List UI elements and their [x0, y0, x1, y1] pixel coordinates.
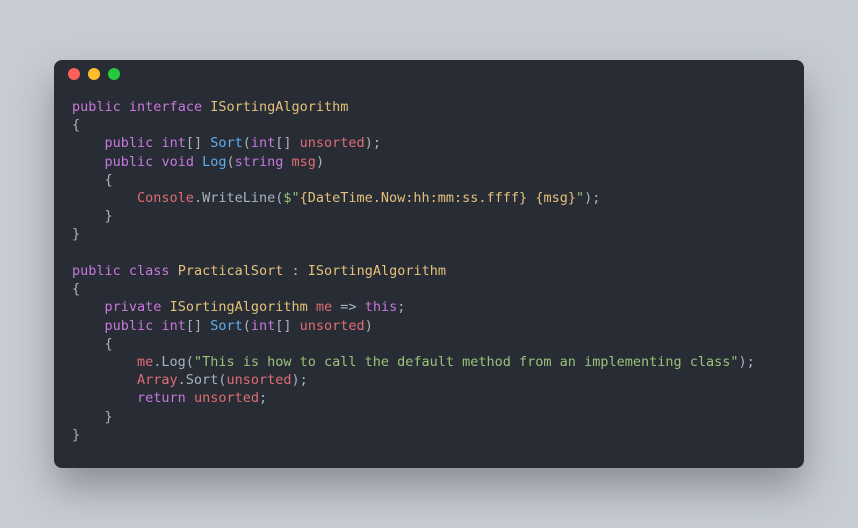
token-kw: private [105, 299, 162, 315]
token-text [308, 299, 316, 315]
token-var: me [316, 299, 332, 315]
token-kw: return [137, 390, 186, 406]
token-strint: {DateTime.Now:hh:mm:ss.ffff} [300, 190, 528, 206]
token-text: ( [243, 318, 251, 334]
token-fn: Sort [210, 135, 243, 151]
token-var: me [137, 354, 153, 370]
token-str: $" [283, 190, 299, 206]
token-text: { [72, 172, 113, 188]
token-text [72, 154, 105, 170]
token-var: unsorted [194, 390, 259, 406]
token-strint: {msg} [535, 190, 576, 206]
token-kw: class [129, 263, 170, 279]
token-text: } [72, 226, 80, 242]
code-editor: public interface ISortingAlgorithm { pub… [54, 88, 804, 468]
token-text: ( [226, 154, 234, 170]
token-text: [] [275, 318, 299, 334]
token-kw: void [161, 154, 194, 170]
token-text [202, 99, 210, 115]
token-type: ISortingAlgorithm [308, 263, 446, 279]
token-text [72, 318, 105, 334]
token-text: ); [365, 135, 381, 151]
token-text: ) [365, 318, 373, 334]
token-kw: int [161, 135, 185, 151]
token-type: PracticalSort [178, 263, 284, 279]
token-text: ); [291, 372, 307, 388]
token-fn: Log [202, 154, 226, 170]
token-text: { [72, 336, 113, 352]
token-kw: int [161, 318, 185, 334]
code-window: public interface ISortingAlgorithm { pub… [54, 60, 804, 468]
token-text [72, 135, 105, 151]
token-text [283, 263, 291, 279]
token-kw: public [72, 263, 121, 279]
maximize-icon[interactable] [108, 68, 120, 80]
token-text [283, 154, 291, 170]
token-type: ISortingAlgorithm [170, 299, 308, 315]
token-text: [] [186, 318, 210, 334]
minimize-icon[interactable] [88, 68, 100, 80]
token-text: ); [584, 190, 600, 206]
token-text: => [340, 299, 356, 315]
token-kw: this [365, 299, 398, 315]
token-text: .Sort( [178, 372, 227, 388]
close-icon[interactable] [68, 68, 80, 80]
token-kw: interface [129, 99, 202, 115]
token-text: ) [316, 154, 324, 170]
token-kw: public [105, 154, 154, 170]
token-text [72, 299, 105, 315]
token-var: unsorted [300, 318, 365, 334]
token-kw: int [251, 318, 275, 334]
token-text: : [292, 263, 300, 279]
token-text [194, 154, 202, 170]
token-text: .Log( [153, 354, 194, 370]
token-var: unsorted [300, 135, 365, 151]
token-kw: string [235, 154, 284, 170]
token-text [121, 99, 129, 115]
token-text [170, 263, 178, 279]
token-fn: Sort [210, 318, 243, 334]
token-text: ); [739, 354, 755, 370]
token-text: [] [275, 135, 299, 151]
titlebar [54, 60, 804, 88]
token-text: } [72, 409, 113, 425]
token-kw: public [72, 99, 121, 115]
token-text [121, 263, 129, 279]
token-var: msg [292, 154, 316, 170]
token-text [161, 299, 169, 315]
token-text [72, 372, 137, 388]
token-text [300, 263, 308, 279]
token-var: unsorted [226, 372, 291, 388]
token-text: } [72, 208, 113, 224]
token-text [72, 245, 80, 261]
token-text: ; [259, 390, 267, 406]
token-str: "This is how to call the default method … [194, 354, 739, 370]
token-str: " [576, 190, 584, 206]
token-kw: public [105, 135, 154, 151]
token-text: ; [397, 299, 405, 315]
token-text: { [72, 117, 80, 133]
token-type: ISortingAlgorithm [210, 99, 348, 115]
token-kw: int [251, 135, 275, 151]
token-text: { [72, 281, 80, 297]
token-text [357, 299, 365, 315]
token-text [72, 354, 137, 370]
token-text [186, 390, 194, 406]
token-text: ( [243, 135, 251, 151]
token-text: } [72, 427, 80, 443]
token-text: [] [186, 135, 210, 151]
token-text [72, 190, 137, 206]
token-var: Console [137, 190, 194, 206]
token-var: Array [137, 372, 178, 388]
token-text [72, 390, 137, 406]
token-kw: public [105, 318, 154, 334]
token-text: .WriteLine( [194, 190, 283, 206]
